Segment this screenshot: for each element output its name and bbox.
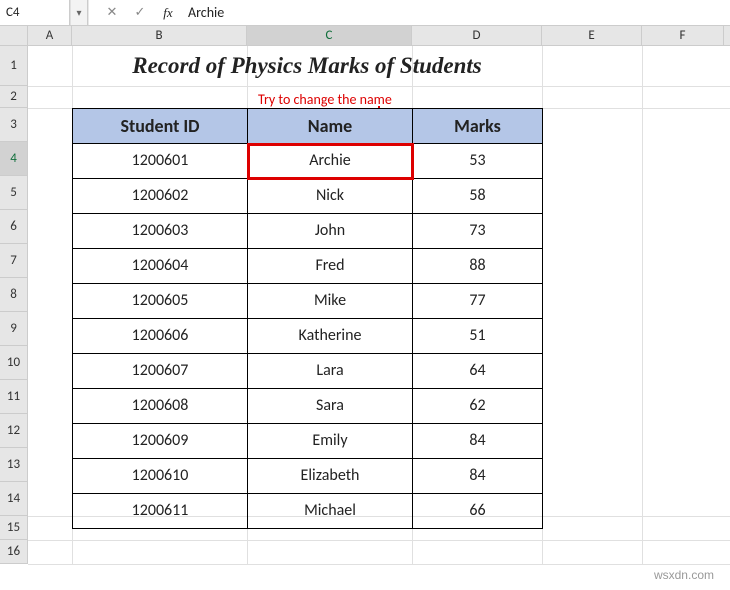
cell-name[interactable]: Fred [248,249,413,284]
cell-name[interactable]: Michael [248,494,413,529]
cancel-button[interactable]: ✕ [98,0,126,25]
column-header-E[interactable]: E [542,26,642,45]
cell-marks[interactable]: 64 [413,354,543,389]
cells-area[interactable]: Record of Physics Marks of Students Try … [28,46,730,564]
table-row: 1200601Archie53 [73,144,543,179]
row-header-5[interactable]: 5 [0,176,27,210]
row-header-16[interactable]: 16 [0,540,27,564]
name-box-dropdown[interactable]: ▾ [70,0,88,25]
column-headers: A B C D E F [0,26,730,46]
column-header-B[interactable]: B [72,26,247,45]
cell-name[interactable]: Archie [248,144,413,179]
formula-input[interactable]: Archie [182,0,730,25]
cell-marks[interactable]: 51 [413,319,543,354]
cell-student-id[interactable]: 1200608 [73,389,248,424]
cell-name[interactable]: Katherine [248,319,413,354]
column-header-F[interactable]: F [642,26,724,45]
cell-marks[interactable]: 77 [413,284,543,319]
row-header-7[interactable]: 7 [0,244,27,278]
header-marks[interactable]: Marks [413,109,543,144]
gridline [28,564,730,565]
cell-marks[interactable]: 88 [413,249,543,284]
row-header-6[interactable]: 6 [0,210,27,244]
row-header-15[interactable]: 15 [0,516,27,540]
row-header-14[interactable]: 14 [0,482,27,516]
cell-name[interactable]: Mike [248,284,413,319]
gridline [642,46,643,564]
cell-name[interactable]: Emily [248,424,413,459]
table-row: 1200606Katherine51 [73,319,543,354]
row-header-2[interactable]: 2 [0,86,27,108]
x-icon: ✕ [107,5,118,20]
table-row: 1200609Emily84 [73,424,543,459]
row-header-12[interactable]: 12 [0,414,27,448]
check-icon: ✓ [135,5,146,20]
table-row: 1200608Sara62 [73,389,543,424]
cell-name[interactable]: Sara [248,389,413,424]
fx-icon: fx [163,5,172,21]
cell-marks[interactable]: 84 [413,459,543,494]
column-header-A[interactable]: A [28,26,72,45]
watermark: wsxdn.com [654,568,714,582]
cell-student-id[interactable]: 1200604 [73,249,248,284]
table-row: 1200603John73 [73,214,543,249]
cell-marks[interactable]: 73 [413,214,543,249]
cell-student-id[interactable]: 1200611 [73,494,248,529]
select-all-corner[interactable] [0,26,28,45]
header-student-id[interactable]: Student ID [73,109,248,144]
column-header-C[interactable]: C [247,26,412,45]
insert-function-button[interactable]: fx [154,0,182,25]
annotation-text: Try to change the name [258,91,392,108]
cell-name[interactable]: John [248,214,413,249]
cell-student-id[interactable]: 1200607 [73,354,248,389]
formula-buttons: ✕ ✓ fx [98,0,182,25]
gridline [28,86,730,87]
name-box[interactable]: C4 [0,0,70,25]
cell-marks[interactable]: 62 [413,389,543,424]
formula-text: Archie [188,4,224,21]
header-name[interactable]: Name [248,109,413,144]
cell-student-id[interactable]: 1200610 [73,459,248,494]
cell-marks[interactable]: 84 [413,424,543,459]
row-header-8[interactable]: 8 [0,278,27,312]
table-row: 1200610Elizabeth84 [73,459,543,494]
table-row: 1200604Fred88 [73,249,543,284]
table-row: 1200607Lara64 [73,354,543,389]
cell-reference: C4 [6,5,63,20]
row-header-10[interactable]: 10 [0,346,27,380]
cell-marks[interactable]: 53 [413,144,543,179]
row-header-4[interactable]: 4 [0,142,27,176]
table-row: 1200611Michael66 [73,494,543,529]
chevron-down-icon: ▾ [76,6,81,19]
cell-student-id[interactable]: 1200606 [73,319,248,354]
page-title: Record of Physics Marks of Students [72,46,542,86]
cell-student-id[interactable]: 1200601 [73,144,248,179]
row-headers: 1 2 3 4 5 6 7 8 9 10 11 12 13 14 15 16 [0,46,28,564]
cell-student-id[interactable]: 1200609 [73,424,248,459]
cell-student-id[interactable]: 1200605 [73,284,248,319]
grid-body: 1 2 3 4 5 6 7 8 9 10 11 12 13 14 15 16 R… [0,46,730,564]
row-header-13[interactable]: 13 [0,448,27,482]
table-row: 1200602Nick58 [73,179,543,214]
cell-name[interactable]: Nick [248,179,413,214]
column-header-D[interactable]: D [412,26,542,45]
row-header-9[interactable]: 9 [0,312,27,346]
data-table: Student ID Name Marks 1200601Archie53120… [72,108,543,529]
cell-student-id[interactable]: 1200603 [73,214,248,249]
cell-marks[interactable]: 66 [413,494,543,529]
formula-bar: C4 ▾ ✕ ✓ fx Archie [0,0,730,26]
enter-button[interactable]: ✓ [126,0,154,25]
row-header-3[interactable]: 3 [0,108,27,142]
row-header-1[interactable]: 1 [0,46,27,86]
cell-name[interactable]: Elizabeth [248,459,413,494]
divider [88,0,98,25]
row-header-11[interactable]: 11 [0,380,27,414]
cell-student-id[interactable]: 1200602 [73,179,248,214]
table-header-row: Student ID Name Marks [73,109,543,144]
cell-marks[interactable]: 58 [413,179,543,214]
table-row: 1200605Mike77 [73,284,543,319]
cell-name[interactable]: Lara [248,354,413,389]
gridline [28,540,730,541]
